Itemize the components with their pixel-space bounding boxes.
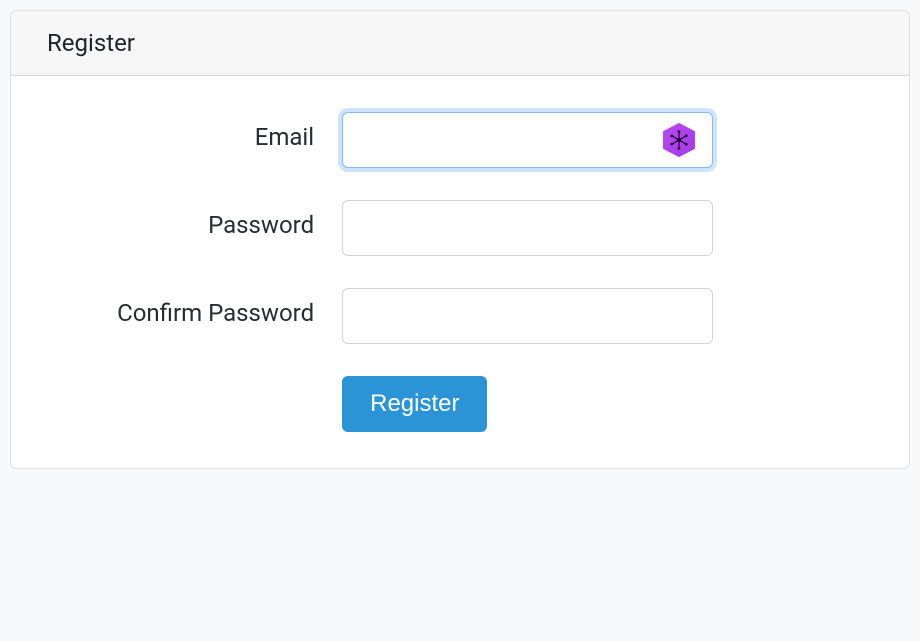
register-button[interactable]: Register <box>342 376 487 432</box>
email-field-wrap <box>342 112 712 168</box>
confirm-password-row: Confirm Password <box>39 288 881 344</box>
card-title: Register <box>11 11 909 76</box>
password-field-wrap <box>342 200 712 256</box>
confirm-password-label: Confirm Password <box>39 288 342 331</box>
password-label: Password <box>39 200 342 243</box>
confirm-password-field-wrap <box>342 288 712 344</box>
email-label: Email <box>39 112 342 155</box>
email-field[interactable] <box>342 112 712 168</box>
submit-row: Register <box>39 376 881 432</box>
card-body: Email <box>11 76 909 468</box>
password-manager-icon[interactable] <box>659 120 699 160</box>
email-row: Email <box>39 112 881 168</box>
confirm-password-field[interactable] <box>342 288 712 344</box>
password-field[interactable] <box>342 200 712 256</box>
password-row: Password <box>39 200 881 256</box>
register-card: Register Email <box>10 10 910 469</box>
